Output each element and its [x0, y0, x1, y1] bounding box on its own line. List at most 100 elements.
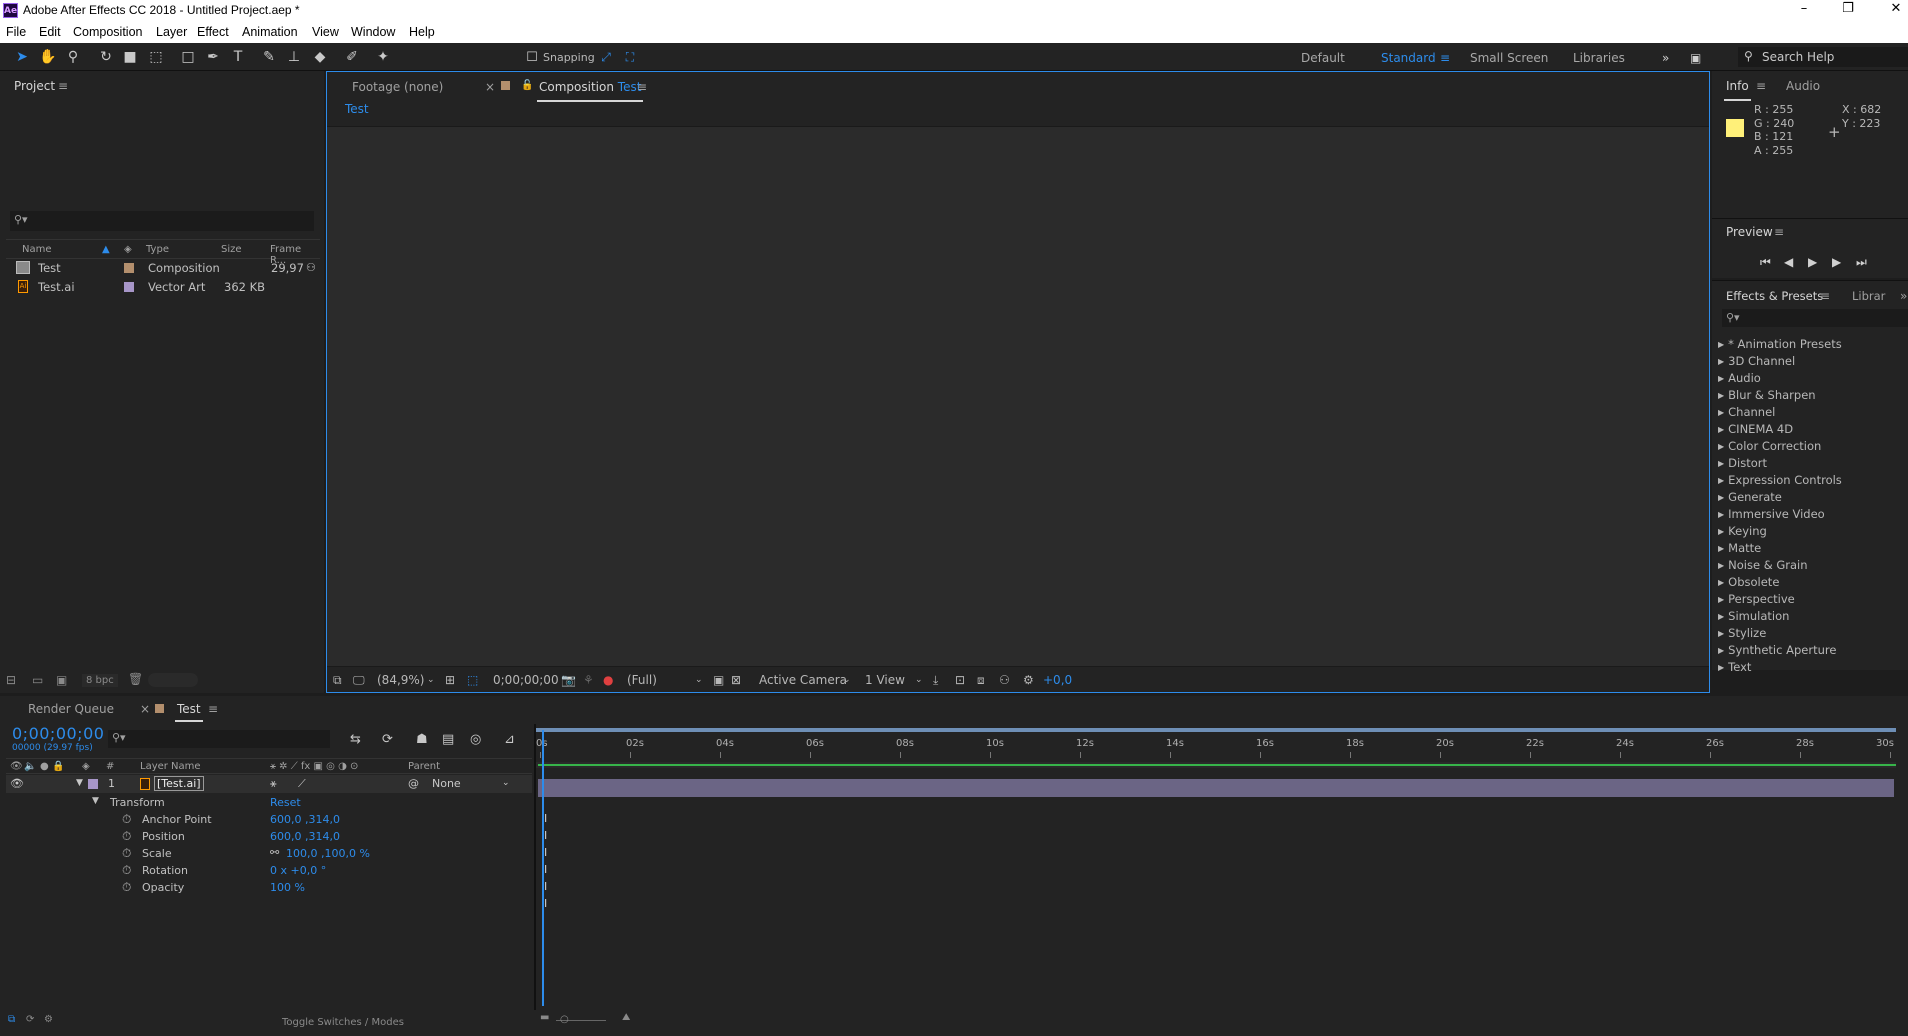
property-value[interactable]: 100,0 ,100,0 % — [286, 847, 370, 860]
workspace-standard[interactable]: Standard — [1381, 51, 1436, 65]
tab-timeline-comp[interactable]: Test — [175, 702, 203, 722]
effects-search-input[interactable]: ⚲▾ — [1722, 309, 1908, 327]
monitor-icon[interactable]: 🖵 — [353, 673, 365, 688]
tab-effects-presets[interactable]: Effects & Presets — [1724, 289, 1826, 311]
zoom-in-icon[interactable]: ⛰ — [622, 1012, 630, 1023]
effect-category[interactable]: ▶ Stylize — [1718, 626, 1766, 643]
effect-category[interactable]: ▶ Immersive Video — [1718, 507, 1825, 524]
view-layout-dropdown[interactable]: 1 View — [865, 673, 905, 687]
layer-duration-bar[interactable] — [538, 779, 1894, 797]
color-depth-button[interactable]: 8 bpc — [82, 674, 118, 687]
effect-category[interactable]: ▶ Blur & Sharpen — [1718, 388, 1816, 405]
pan-behind-tool-icon[interactable]: ⬚ — [146, 47, 166, 67]
delete-icon[interactable]: 🗑 — [128, 672, 143, 686]
time-ruler[interactable]: 0s02s04s06s08s10s12s14s16s18s20s22s24s26… — [536, 724, 1908, 758]
always-preview-icon[interactable]: ⧉ — [333, 673, 342, 688]
snap-grid-icon[interactable]: ⛶ — [620, 47, 640, 67]
property-row[interactable]: ⏱ Opacity 100 % — [6, 879, 532, 896]
timeline-menu-icon[interactable]: ≡ — [208, 702, 218, 716]
expand-triangle-icon[interactable]: ▶ — [1718, 408, 1724, 417]
menu-window[interactable]: Window — [351, 25, 395, 39]
timeline-toggle-icon[interactable]: ⧈ — [977, 673, 985, 688]
rectangle-tool-icon[interactable]: □ — [178, 47, 198, 67]
tab-render-queue[interactable]: Render Queue — [28, 702, 114, 716]
expand-triangle-icon[interactable]: ▶ — [1718, 340, 1724, 349]
expand-triangle-icon[interactable]: ▶ — [1718, 544, 1724, 553]
thumbnail-slider[interactable] — [148, 673, 198, 687]
info-menu-icon[interactable]: ≡ — [1756, 79, 1766, 93]
close-window-button[interactable]: ✕ — [1876, 1, 1908, 16]
effect-category[interactable]: ▶ Matte — [1718, 541, 1761, 558]
expand-triangle-icon[interactable]: ▶ — [1718, 612, 1724, 621]
show-snapshot-icon[interactable]: ⚘ — [583, 673, 594, 687]
viewer-menu-icon[interactable]: ≡ — [637, 80, 647, 94]
chevron-down-icon[interactable]: ⌄ — [427, 675, 435, 685]
stopwatch-icon[interactable]: ⏱ — [122, 812, 131, 827]
layer-name[interactable]: [Test.ai] — [154, 776, 204, 791]
camera-dropdown[interactable]: Active Camera — [759, 673, 847, 687]
snap-option-icon[interactable]: ⤢ — [596, 47, 616, 67]
new-composition-icon[interactable]: ▣ — [56, 673, 67, 687]
label-tag-icon[interactable]: ◈ — [124, 244, 132, 255]
workspace-default[interactable]: Default — [1301, 51, 1345, 65]
chevron-down-icon[interactable]: ⌄ — [695, 675, 703, 685]
effects-menu-icon[interactable]: ≡ — [1820, 289, 1830, 303]
shy-layers-icon[interactable]: ☗ — [416, 732, 428, 747]
effect-category[interactable]: ▶ Obsolete — [1718, 575, 1779, 592]
expand-triangle-icon[interactable]: ▶ — [1718, 425, 1724, 434]
project-search-input[interactable]: ⚲▾ — [10, 211, 314, 231]
effect-category[interactable]: ▶ Synthetic Aperture — [1718, 643, 1836, 660]
expand-triangle-icon[interactable]: ▶ — [1718, 578, 1724, 587]
property-row[interactable]: ⏱ Rotation 0 x +0,0 ° — [6, 862, 532, 879]
parent-dropdown[interactable]: None — [432, 777, 461, 790]
property-row[interactable]: ⏱ Position 600,0 ,314,0 — [6, 828, 532, 845]
property-row[interactable]: ⏱ Scale ⚯ 100,0 ,100,0 % — [6, 845, 532, 862]
interpret-footage-icon[interactable]: ⊟ — [6, 673, 16, 687]
property-row[interactable]: ⏱ Anchor Point 600,0 ,314,0 — [6, 811, 532, 828]
tab-audio[interactable]: Audio — [1786, 79, 1820, 93]
tab-info[interactable]: Info — [1724, 79, 1751, 101]
quality-switch-icon[interactable]: ⟋ — [298, 777, 306, 791]
time-graph[interactable]: 0s02s04s06s08s10s12s14s16s18s20s22s24s26… — [536, 724, 1908, 1010]
zoom-tool-icon[interactable]: ⚲ — [63, 47, 83, 67]
col-layer-name[interactable]: Layer Name — [140, 761, 201, 772]
motion-blur-icon[interactable]: ◎ — [470, 732, 481, 747]
workspace-libraries[interactable]: Libraries — [1573, 51, 1625, 65]
col-index[interactable]: # — [106, 761, 114, 772]
viewer-canvas[interactable] — [327, 126, 1709, 666]
tab-footage[interactable]: Footage (none) — [352, 80, 443, 94]
draft-3d-icon[interactable]: ⊡ — [955, 673, 965, 687]
menu-help[interactable]: Help — [409, 25, 435, 39]
menu-edit[interactable]: Edit — [39, 25, 61, 39]
lock-column-icon[interactable]: 🔒 — [52, 761, 64, 772]
visibility-eye-icon[interactable]: 👁 — [10, 777, 24, 790]
col-name[interactable]: Name — [22, 244, 52, 255]
menu-view[interactable]: View — [312, 25, 339, 39]
zoom-dropdown[interactable]: (84,9%) — [377, 673, 424, 687]
more-workspaces-icon[interactable]: » — [1662, 51, 1669, 65]
expand-triangle-icon[interactable]: ▶ — [1718, 476, 1724, 485]
effect-category[interactable]: ▶ Channel — [1718, 405, 1775, 422]
col-type[interactable]: Type — [146, 244, 169, 255]
expand-triangle-icon[interactable]: ▶ — [1718, 595, 1724, 604]
effect-category[interactable]: ▶ Color Correction — [1718, 439, 1821, 456]
snapping-checkbox[interactable]: ☐ — [522, 48, 542, 68]
transform-reset-link[interactable]: Reset — [270, 796, 301, 809]
property-value[interactable]: 600,0 ,314,0 — [270, 830, 340, 843]
tab-libraries[interactable]: Librar — [1852, 289, 1885, 303]
project-item[interactable]: Test Composition 29,97 ⚇ — [6, 258, 320, 277]
expand-triangle-icon[interactable]: ▶ — [1718, 493, 1724, 502]
project-item[interactable]: Ai Test.ai Vector Art 362 KB — [6, 277, 320, 296]
stopwatch-icon[interactable]: ⏱ — [122, 829, 131, 844]
rotate-tool-icon[interactable]: ↻ — [96, 47, 116, 67]
flowchart-icon[interactable]: ⚇ — [306, 261, 316, 274]
first-frame-icon[interactable]: ⏮ — [1760, 255, 1771, 270]
pickwhip-icon[interactable]: @ — [408, 777, 419, 790]
exposure-value[interactable]: +0,0 — [1043, 673, 1072, 687]
eye-column-icon[interactable]: 👁 — [10, 761, 23, 772]
current-time-display[interactable]: 0;00;00;00 — [12, 724, 104, 743]
pen-tool-icon[interactable]: ✒ — [203, 47, 223, 67]
maximize-button[interactable]: ❐ — [1828, 1, 1868, 16]
project-menu-icon[interactable]: ≡ — [58, 79, 68, 93]
expand-triangle-icon[interactable]: ▶ — [1718, 442, 1724, 451]
